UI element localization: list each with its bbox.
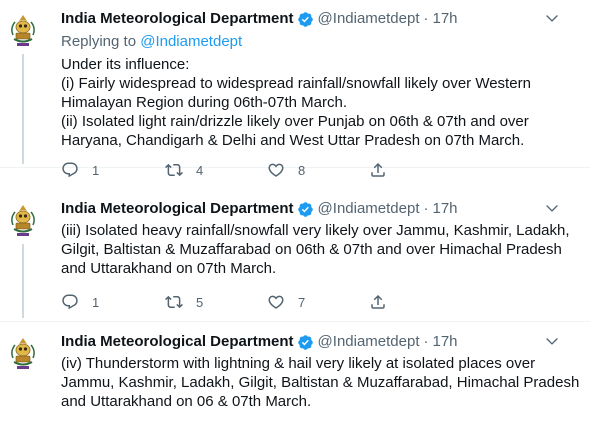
tweet-text-line: Himalayan Region during 06th-07th March. xyxy=(61,94,347,111)
separator-dot: · xyxy=(423,333,429,350)
author-name[interactable]: India Meteorological Department xyxy=(61,200,294,218)
tweet-1[interactable]: India Meteorological Department @Indiame… xyxy=(0,0,590,178)
retweet-count: 4 xyxy=(196,162,204,178)
share-icon xyxy=(371,162,385,177)
tweet-text-line: and Uttarakhand on 06 & 07th March. xyxy=(61,393,312,410)
like-count: 7 xyxy=(298,294,306,310)
tweet-text-line: Gilgit, Baltistan & Muzaffarabad on 06th… xyxy=(61,241,562,258)
verified-badge-icon xyxy=(297,201,314,218)
heart-icon xyxy=(268,295,284,309)
tweet-timestamp[interactable]: 17h xyxy=(433,200,458,218)
verified-badge-icon xyxy=(297,11,314,28)
like-button[interactable]: 8 xyxy=(267,160,369,180)
tweet-text-line: (iv) Thunderstorm with lightning & hail … xyxy=(61,355,536,372)
tweet-actions: 1 4 8 xyxy=(61,160,387,180)
tweet-actions: 1 5 7 xyxy=(61,292,387,312)
replying-to-label: Replying to xyxy=(61,33,137,50)
like-button[interactable]: 7 xyxy=(267,292,369,312)
share-button[interactable] xyxy=(369,160,387,180)
tweet-2[interactable]: India Meteorological Department @Indiame… xyxy=(0,192,590,322)
retweet-button[interactable]: 4 xyxy=(165,160,267,180)
tweet-thread: India Meteorological Department @Indiame… xyxy=(0,0,590,424)
more-options-chevron-icon[interactable] xyxy=(542,198,562,218)
thread-connector xyxy=(22,54,24,164)
retweet-icon xyxy=(165,163,183,177)
tweet-text-line: and Uttarakhand on 07th March. xyxy=(61,260,277,277)
reply-icon xyxy=(62,294,78,310)
avatar[interactable] xyxy=(3,10,43,50)
tweet-header: India Meteorological Department @Indiame… xyxy=(61,333,550,351)
separator-dot: · xyxy=(423,10,429,27)
tweet-header: India Meteorological Department @Indiame… xyxy=(61,200,550,218)
reply-button[interactable]: 1 xyxy=(61,292,165,312)
author-handle[interactable]: @Indiametdept xyxy=(318,10,420,28)
imd-emblem-icon xyxy=(4,201,42,239)
tweet-timestamp[interactable]: 17h xyxy=(433,10,458,28)
avatar[interactable] xyxy=(3,333,43,373)
verified-badge-icon xyxy=(297,334,314,351)
like-count: 8 xyxy=(298,162,306,178)
reply-count: 1 xyxy=(92,162,100,178)
reply-icon xyxy=(62,162,78,178)
author-handle[interactable]: @Indiametdept xyxy=(318,333,420,351)
retweet-icon xyxy=(165,295,183,309)
imd-emblem-icon xyxy=(4,334,42,372)
author-name[interactable]: India Meteorological Department xyxy=(61,333,294,351)
tweet-3[interactable]: India Meteorological Department @Indiame… xyxy=(0,323,590,424)
author-name[interactable]: India Meteorological Department xyxy=(61,10,294,28)
tweet-text: (iii) Isolated heavy rainfall/snowfall v… xyxy=(61,221,570,278)
tweet-text: Under its influence: (i) Fairly widespre… xyxy=(61,55,570,150)
reply-count: 1 xyxy=(92,294,100,310)
reply-button[interactable]: 1 xyxy=(61,160,165,180)
retweet-count: 5 xyxy=(196,294,204,310)
replying-to-handle-link[interactable]: @Indiametdept xyxy=(140,33,242,50)
more-options-chevron-icon[interactable] xyxy=(542,8,562,28)
heart-icon xyxy=(268,163,284,177)
tweet-text-line: (ii) Isolated light rain/drizzle likely … xyxy=(61,113,529,130)
replying-to: Replying to @Indiametdept xyxy=(61,32,242,51)
tweet-text-line: Jammu, Kashmir, Ladakh, Gilgit, Baltista… xyxy=(61,374,580,391)
tweet-text-line: Under its influence: xyxy=(61,56,190,73)
imd-emblem-icon xyxy=(4,11,42,49)
more-options-chevron-icon[interactable] xyxy=(542,331,562,351)
tweet-text-line: (i) Fairly widespread to widespread rain… xyxy=(61,75,531,92)
tweet-header: India Meteorological Department @Indiame… xyxy=(61,10,550,28)
author-handle[interactable]: @Indiametdept xyxy=(318,200,420,218)
share-button[interactable] xyxy=(369,292,387,312)
thread-connector xyxy=(22,244,24,318)
retweet-button[interactable]: 5 xyxy=(165,292,267,312)
avatar[interactable] xyxy=(3,200,43,240)
tweet-text: (iv) Thunderstorm with lightning & hail … xyxy=(61,354,580,411)
tweet-text-line: (iii) Isolated heavy rainfall/snowfall v… xyxy=(61,222,570,239)
tweet-timestamp[interactable]: 17h xyxy=(433,333,458,351)
tweet-text-line: Haryana, Chandigarh & Delhi and West Utt… xyxy=(61,132,525,149)
share-icon xyxy=(371,294,385,309)
separator-dot: · xyxy=(423,200,429,217)
